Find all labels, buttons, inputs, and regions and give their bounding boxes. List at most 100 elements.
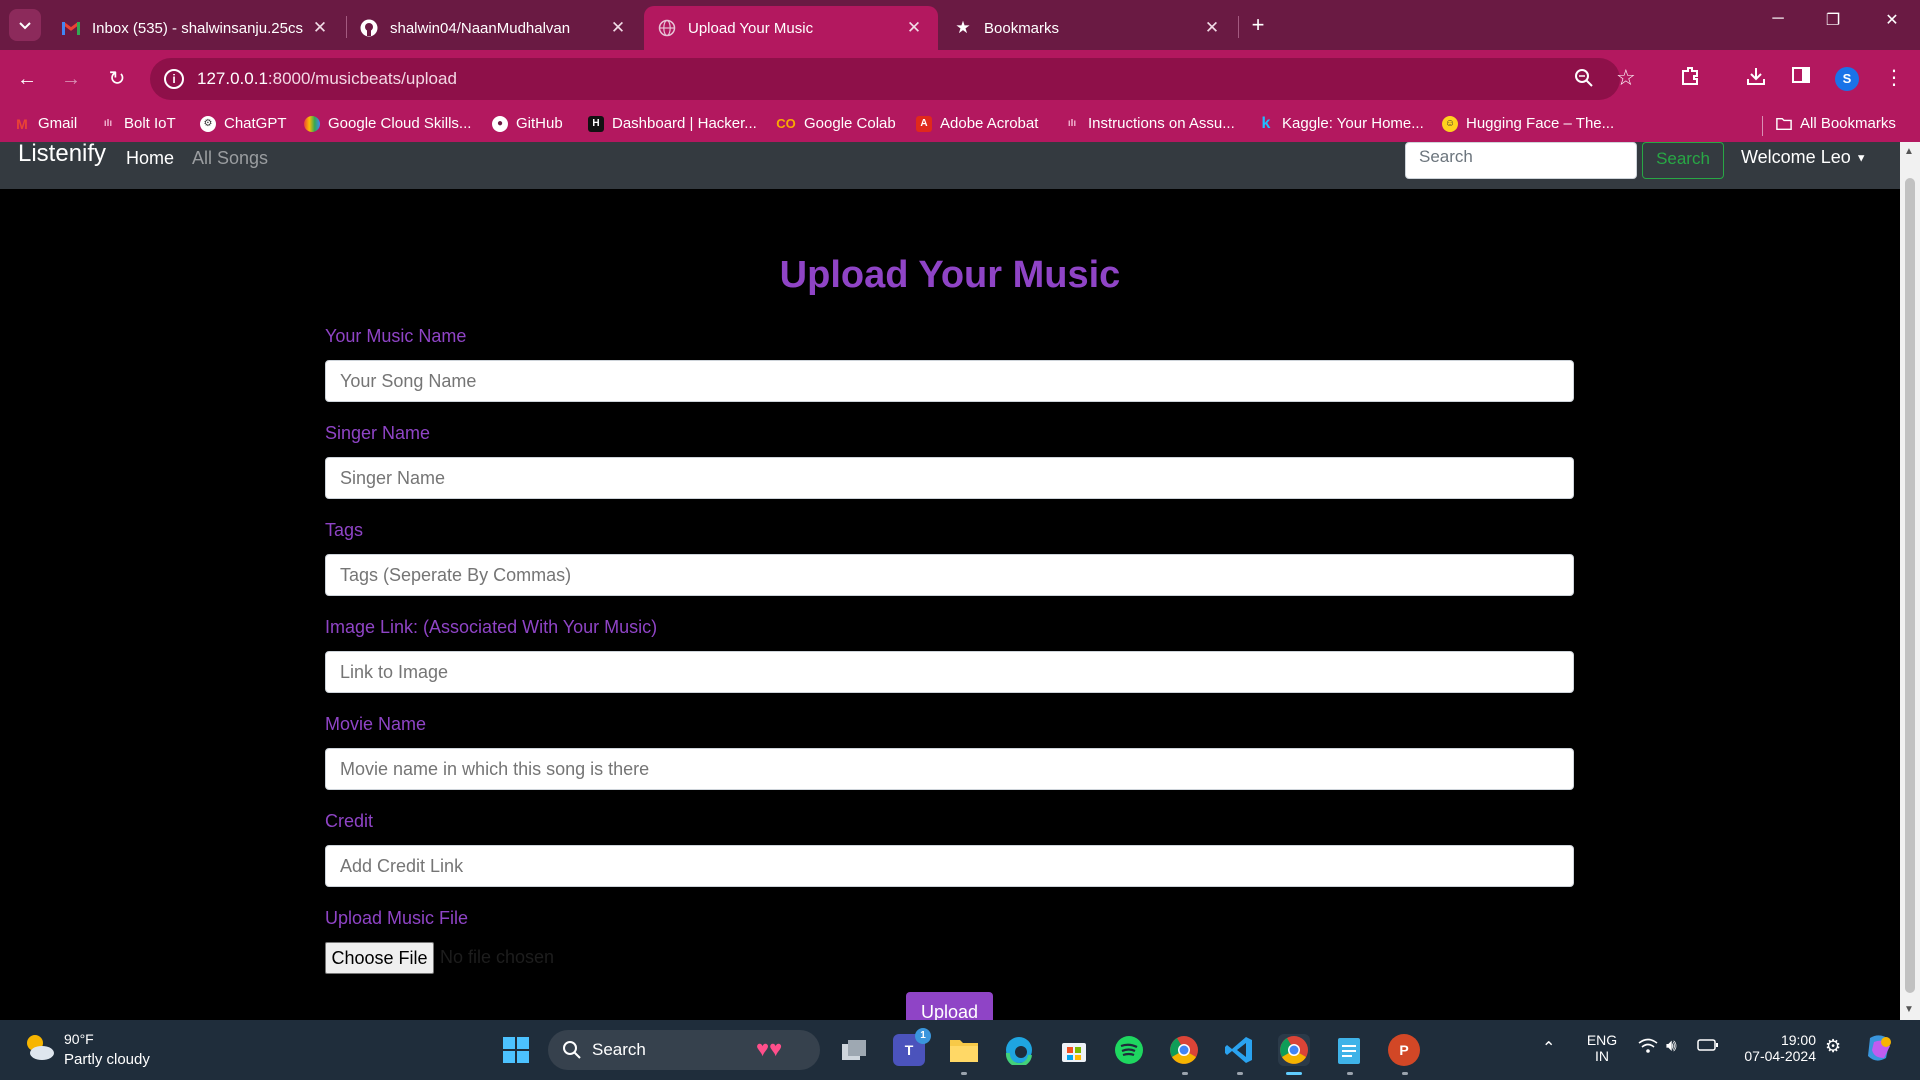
bookmark-instructions[interactable]: ıIı Instructions on Assu...	[1064, 115, 1235, 132]
nav-home-link[interactable]: Home	[126, 148, 174, 169]
tab-bookmarks[interactable]: ★ Bookmarks ✕	[940, 6, 1236, 50]
bookmark-github[interactable]: ● GitHub	[492, 115, 563, 132]
tab-search-button[interactable]	[9, 9, 41, 41]
bookmark-google-colab[interactable]: CO Google Colab	[776, 115, 895, 132]
close-window-icon[interactable]: ✕	[1872, 10, 1912, 30]
all-bookmarks-folder[interactable]: All Bookmarks	[1776, 115, 1896, 132]
waveform-icon: ıIı	[103, 118, 113, 129]
file-explorer-icon[interactable]	[948, 1034, 980, 1066]
nav-search-button[interactable]: Search	[1642, 142, 1724, 179]
tab-title: shalwin04/NaanMudhalvan	[390, 19, 571, 37]
close-tab-icon[interactable]: ✕	[1202, 18, 1222, 38]
side-panel-icon[interactable]	[1787, 65, 1815, 93]
bookmark-adobe-acrobat[interactable]: A Adobe Acrobat	[916, 115, 1038, 132]
running-indicator	[1286, 1072, 1302, 1075]
tags-input[interactable]	[325, 554, 1574, 596]
clock[interactable]: 19:00 07-04-2024	[1736, 1032, 1816, 1064]
menu-kebab-icon[interactable]: ⋮	[1880, 65, 1908, 93]
chrome-active-icon[interactable]	[1278, 1034, 1310, 1066]
movie-name-label: Movie Name	[325, 714, 427, 734]
hackerrank-icon: H	[588, 115, 604, 132]
scroll-up-icon[interactable]: ▲	[1904, 146, 1914, 157]
nav-search-input[interactable]: Search	[1405, 142, 1637, 179]
weather-temperature: 90°F	[64, 1031, 94, 1047]
vscode-icon[interactable]	[1223, 1034, 1255, 1066]
address-bar[interactable]: i 127.0.0.1:8000/musicbeats/upload ☆	[150, 58, 1636, 100]
bookmark-label: Instructions on Assu...	[1088, 115, 1235, 132]
chrome-icon[interactable]	[1168, 1034, 1200, 1066]
page-viewport: Listenify Home All Songs Search Search W…	[0, 142, 1920, 1020]
language-indicator[interactable]: ENG IN	[1584, 1032, 1620, 1064]
tab-github[interactable]: shalwin04/NaanMudhalvan ✕	[346, 6, 642, 50]
bookmark-label: GitHub	[516, 115, 563, 132]
minimize-icon[interactable]: ─	[1758, 10, 1798, 28]
singer-name-input[interactable]	[325, 457, 1574, 499]
back-arrow-icon[interactable]: ←	[12, 64, 42, 94]
image-link-input[interactable]	[325, 651, 1574, 693]
movie-name-input[interactable]	[325, 748, 1574, 790]
restore-icon[interactable]: ❐	[1813, 10, 1853, 30]
page-scrollbar[interactable]: ▲ ▼	[1900, 142, 1920, 1020]
credit-input[interactable]	[325, 845, 1574, 887]
bookmark-bolt-iot[interactable]: ıIı Bolt IoT	[100, 115, 176, 132]
bookmark-star-icon[interactable]: ☆	[1616, 65, 1636, 91]
page-title: Upload Your Music	[779, 254, 1121, 296]
upload-file-label: Upload Music File	[325, 908, 469, 928]
notifications-icon[interactable]: ⚙	[1825, 1036, 1841, 1057]
bookmark-google-cloud[interactable]: Google Cloud Skills...	[304, 115, 471, 132]
task-view-icon[interactable]	[838, 1034, 870, 1066]
site-brand[interactable]: Listenify	[18, 142, 106, 168]
choose-file-button[interactable]: Choose File	[325, 942, 434, 974]
tab-upload-your-music[interactable]: Upload Your Music ✕	[644, 6, 938, 50]
close-tab-icon[interactable]: ✕	[608, 18, 628, 38]
volume-icon[interactable]: 🔊︎	[1666, 1036, 1677, 1056]
upload-button[interactable]: Upload	[906, 992, 993, 1020]
bookmark-hugging-face[interactable]: ☺ Hugging Face – The...	[1442, 115, 1614, 132]
clock-time: 19:00	[1780, 1032, 1816, 1048]
powerpoint-icon[interactable]: P	[1388, 1034, 1420, 1066]
microsoft-store-icon[interactable]	[1058, 1034, 1090, 1066]
bookmark-kaggle[interactable]: k Kaggle: Your Home...	[1258, 115, 1424, 133]
browser-toolbar: ← → ↻ i 127.0.0.1:8000/musicbeats/upload…	[0, 50, 1920, 108]
extensions-icon[interactable]	[1676, 65, 1704, 93]
zoom-icon[interactable]	[1574, 68, 1594, 93]
copilot-icon[interactable]	[1864, 1032, 1896, 1067]
notepad-icon[interactable]	[1333, 1034, 1365, 1066]
url-text[interactable]: 127.0.0.1:8000/musicbeats/upload	[197, 69, 457, 89]
tab-gmail[interactable]: Inbox (535) - shalwinsanju.25cs ✕	[48, 6, 344, 50]
wifi-icon[interactable]	[1638, 1038, 1658, 1057]
reload-icon[interactable]: ↻	[102, 64, 132, 94]
bookmark-gmail[interactable]: M Gmail	[14, 115, 77, 132]
partly-cloudy-icon[interactable]	[22, 1032, 56, 1062]
google-cloud-icon	[304, 115, 320, 132]
chevron-down-icon	[19, 22, 31, 30]
chevron-up-icon[interactable]: ⌃	[1542, 1038, 1555, 1058]
spotify-icon[interactable]	[1113, 1034, 1145, 1066]
tab-title: Inbox (535) - shalwinsanju.25cs	[92, 19, 303, 37]
taskbar-search-box[interactable]: Search ♥♥	[548, 1030, 820, 1070]
music-name-input[interactable]	[325, 360, 1574, 402]
music-name-label: Your Music Name	[325, 326, 467, 346]
download-icon[interactable]	[1742, 65, 1770, 93]
scroll-down-icon[interactable]: ▼	[1904, 1004, 1914, 1015]
bookmark-label: Google Cloud Skills...	[328, 115, 472, 132]
forward-arrow-icon[interactable]: →	[56, 64, 86, 94]
battery-icon[interactable]	[1697, 1038, 1719, 1055]
close-tab-icon[interactable]: ✕	[310, 18, 330, 38]
site-info-icon[interactable]: i	[164, 69, 184, 89]
scroll-thumb[interactable]	[1905, 178, 1915, 993]
bookmark-hackerrank[interactable]: H Dashboard | Hacker...	[588, 115, 757, 132]
edge-browser-icon[interactable]	[1003, 1034, 1035, 1066]
close-tab-icon[interactable]: ✕	[904, 18, 924, 38]
windows-start-icon[interactable]	[500, 1034, 532, 1066]
folder-icon	[1776, 116, 1792, 132]
nav-all-songs-link[interactable]: All Songs	[192, 148, 268, 169]
waveform-icon: ıIı	[1067, 118, 1077, 129]
bookmark-chatgpt[interactable]: ⚙ ChatGPT	[200, 115, 287, 132]
welcome-text: Welcome Leo	[1741, 147, 1851, 167]
user-dropdown[interactable]: Welcome Leo ▼	[1741, 147, 1867, 168]
profile-avatar[interactable]: S	[1835, 67, 1859, 91]
new-tab-button[interactable]: +	[1244, 12, 1272, 40]
teams-icon[interactable]: T1	[893, 1028, 931, 1066]
bookmarks-bar: M Gmail ıIı Bolt IoT ⚙ ChatGPT Google Cl…	[0, 108, 1920, 142]
